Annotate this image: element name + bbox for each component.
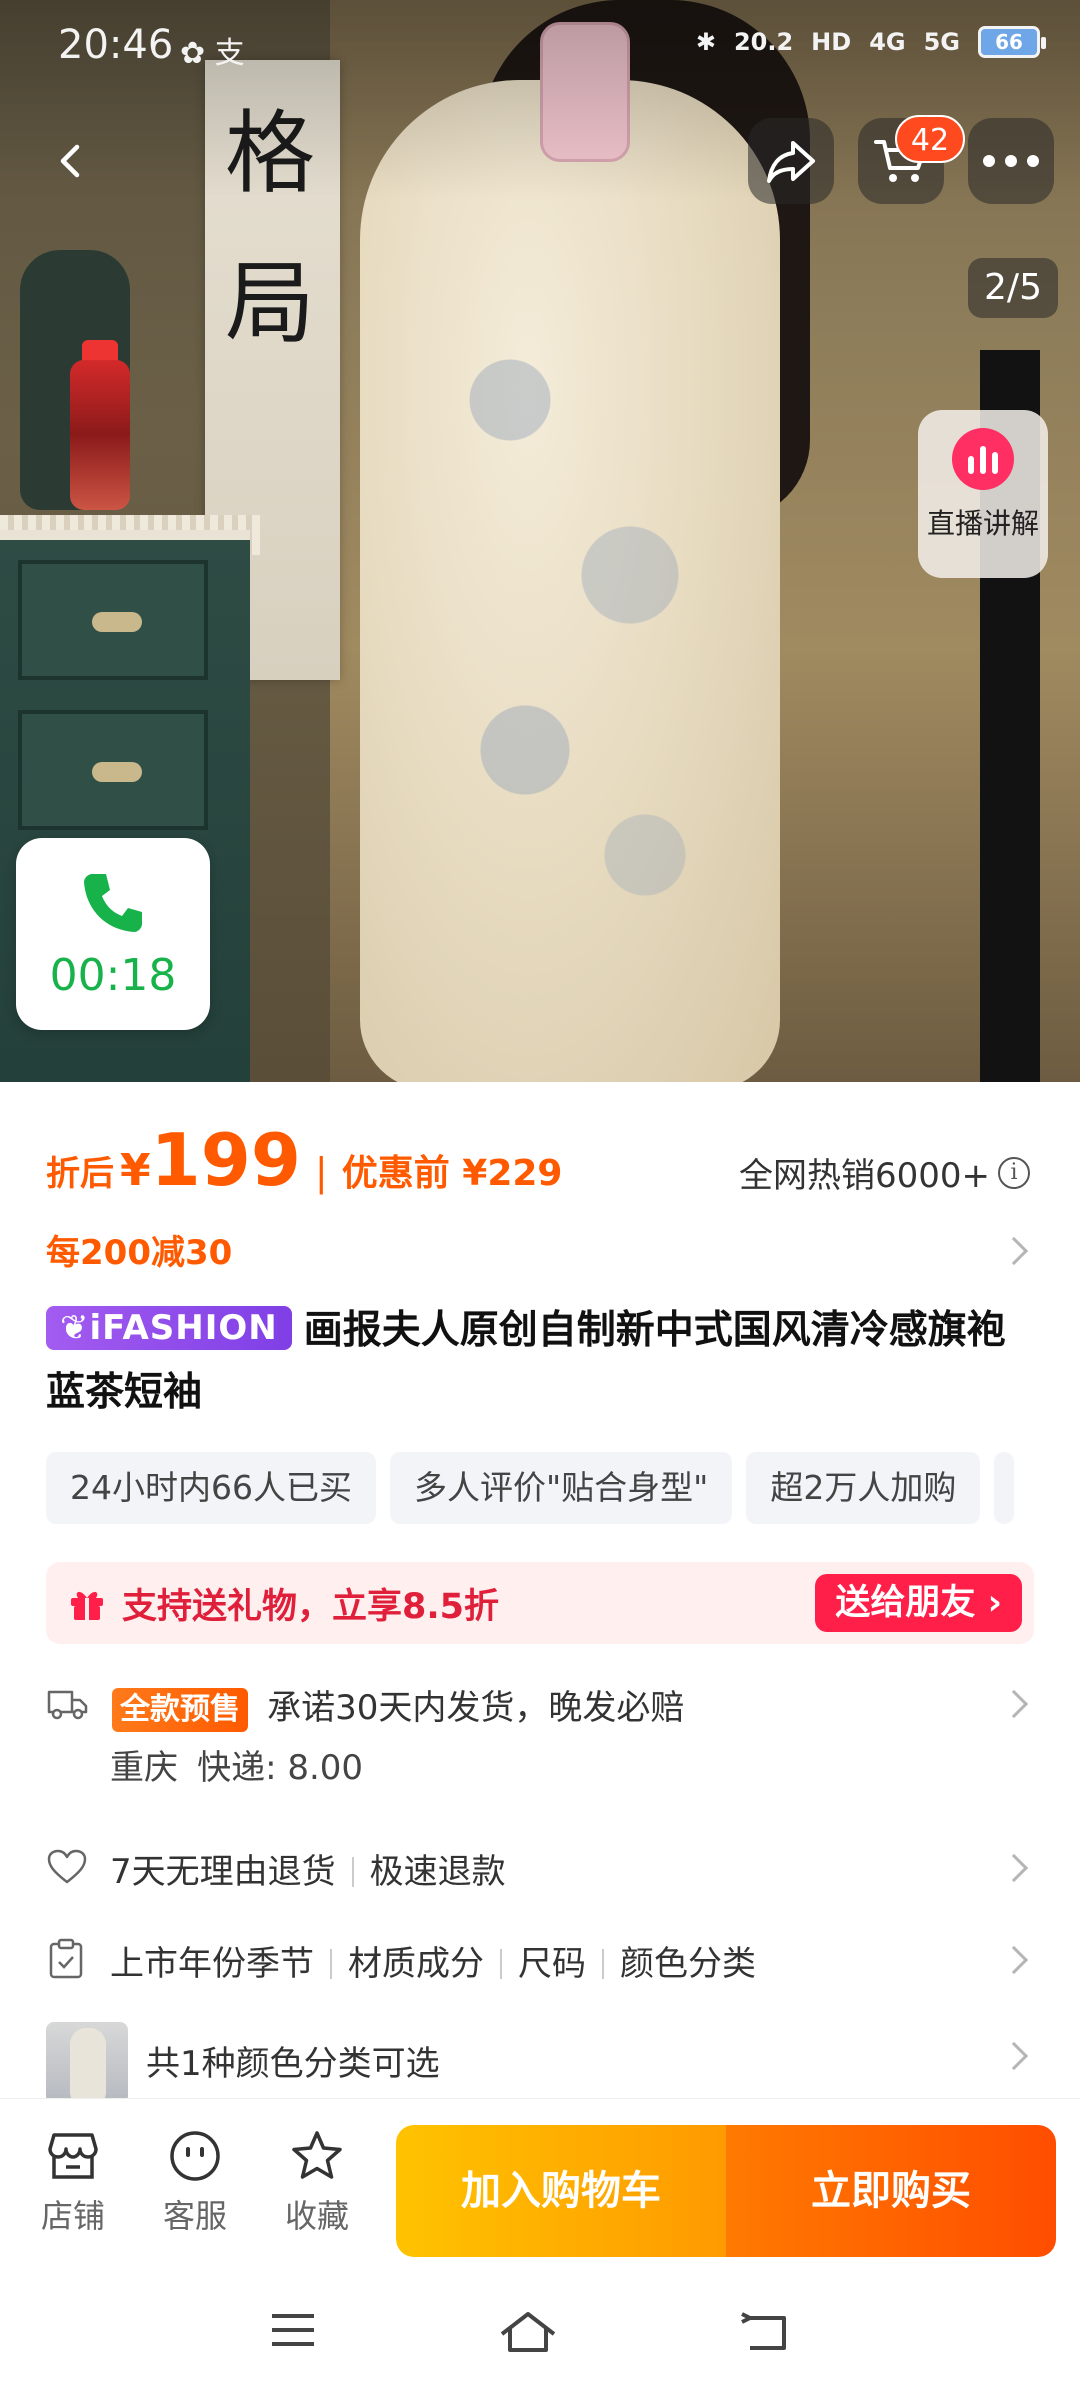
bluetooth-icon: ✱ — [695, 28, 716, 56]
share-button[interactable] — [748, 118, 834, 204]
status-time: 20:46 — [58, 22, 174, 68]
live-label: 直播讲解 — [926, 507, 1039, 540]
phone-icon — [84, 874, 142, 932]
floating-call-window[interactable]: 00:18 — [16, 838, 210, 1030]
shipping-fee: 快递: 8.00 — [197, 1748, 364, 1788]
price-value: 199 — [150, 1118, 301, 1202]
params-row[interactable]: 上市年份季节 材质成分 尺码 颜色分类 — [46, 1936, 1036, 1990]
calligraphy-char: 局 — [225, 251, 315, 356]
chat-face-icon — [170, 2131, 220, 2181]
notification-icons: ✿ 支 — [180, 36, 245, 71]
presale-badge: 全款预售 — [112, 1688, 248, 1732]
price-label: 折后 — [46, 1154, 114, 1194]
chevron-left-icon — [60, 144, 80, 178]
more-dots-icon — [983, 155, 1039, 167]
gift-banner[interactable]: 支持送礼物，立享8.5折 送给朋友 › — [46, 1562, 1034, 1644]
clipboard-icon — [49, 1938, 83, 1979]
image-page-indicator: 2/5 — [968, 258, 1058, 318]
bottle — [70, 360, 130, 510]
service-row[interactable]: 7天无理由退货 极速退款 — [46, 1844, 1036, 1898]
tag-item-overflow — [994, 1452, 1015, 1524]
gift-icon — [71, 1591, 103, 1620]
divider — [330, 1949, 332, 1979]
truck-icon — [47, 1690, 88, 1720]
system-nav-bar — [0, 2264, 1080, 2404]
divider — [351, 1857, 354, 1887]
share-icon — [767, 141, 815, 183]
bottom-action-bar: 店铺 客服 收藏 加入购物车 立即购买 — [0, 2098, 1080, 2264]
chevron-right-icon — [999, 1236, 1029, 1266]
call-duration: 00:18 — [49, 950, 177, 1001]
promo-row[interactable]: 每200减30 — [46, 1225, 1036, 1279]
hot-sales-text: 全网热销6000+ — [738, 1156, 990, 1196]
shipping-promise: 承诺30天内发货，晚发必赔 — [267, 1688, 685, 1728]
param-item: 颜色分类 — [620, 1944, 756, 1984]
divider — [602, 1949, 604, 1979]
product-title: ❦iFASHION 画报夫人原创自制新中式国风清冷感旗袍 蓝茶短袖 — [46, 1300, 1036, 1424]
more-button[interactable] — [968, 118, 1054, 204]
shop-label: 店铺 — [40, 2197, 105, 2235]
param-item: 材质成分 — [348, 1944, 484, 1984]
info-icon: i — [998, 1156, 1030, 1189]
signal-4g-icon: 4G — [869, 28, 906, 56]
status-right: ✱ 20.2 HD 4G 5G 66 — [695, 26, 1046, 58]
original-price: 优惠前 ¥229 — [341, 1153, 563, 1194]
menu-icon[interactable] — [270, 2310, 316, 2350]
signal-5g-icon: 5G — [923, 28, 960, 56]
live-bars-icon — [952, 428, 1014, 490]
cart-count-badge: 42 — [895, 115, 965, 163]
tag-item: 超2万人加购 — [746, 1452, 981, 1524]
shop-button[interactable]: 店铺 — [18, 2129, 128, 2237]
live-explain-button[interactable]: 直播讲解 — [918, 410, 1048, 578]
promo-text: 每200减30 — [46, 1233, 233, 1273]
chevron-right-icon — [999, 1689, 1029, 1719]
ifashion-text: iFASHION — [89, 1308, 278, 1348]
heart-icon — [47, 1849, 87, 1884]
ifashion-badge: ❦iFASHION — [46, 1306, 292, 1350]
param-item: 尺码 — [518, 1944, 586, 1984]
ifashion-logo-icon: ❦ — [60, 1308, 90, 1348]
customer-service-label: 客服 — [162, 2197, 227, 2235]
hot-sales-info[interactable]: 全网热销6000+ i — [739, 1148, 1030, 1197]
tag-list: 24小时内66人已买 多人评价"贴合身型" 超2万人加购 — [46, 1452, 1080, 1524]
battery-icon: 66 — [978, 26, 1046, 58]
ship-origin: 重庆 — [110, 1748, 178, 1788]
color-options-text: 共1种颜色分类可选 — [146, 2044, 440, 2084]
service-item: 极速退款 — [369, 1852, 506, 1892]
add-to-cart-button[interactable]: 加入购物车 — [396, 2125, 726, 2257]
send-to-friend-button[interactable]: 送给朋友 › — [815, 1574, 1022, 1632]
customer-service-button[interactable]: 客服 — [140, 2129, 250, 2237]
favorite-button[interactable]: 收藏 — [262, 2129, 372, 2237]
divider — [500, 1949, 502, 1979]
chevron-right-icon — [999, 1853, 1029, 1883]
tag-item: 多人评价"贴合身型" — [389, 1452, 733, 1524]
hd-icon: HD — [811, 28, 852, 56]
color-thumbnail — [46, 2022, 128, 2098]
tag-item: 24小时内66人已买 — [46, 1452, 376, 1524]
star-icon — [292, 2131, 342, 2179]
back-button[interactable] — [28, 118, 114, 204]
chevron-right-icon — [999, 2041, 1029, 2071]
price-currency: ¥ — [120, 1145, 151, 1196]
favorite-label: 收藏 — [284, 2197, 349, 2235]
network-speed: 20.2 — [733, 28, 794, 56]
shop-icon — [48, 2133, 98, 2179]
gift-text: 支持送礼物，立享8.5折 — [122, 1587, 500, 1627]
back-nav-icon[interactable] — [740, 2310, 788, 2354]
buy-now-button[interactable]: 立即购买 — [726, 2125, 1056, 2257]
status-bar: 20:46 ✿ 支 ✱ 20.2 HD 4G 5G 66 — [0, 0, 1080, 96]
color-options-row[interactable]: 共1种颜色分类可选 — [46, 2022, 1036, 2098]
service-item: 7天无理由退货 — [110, 1852, 336, 1892]
param-item: 上市年份季节 — [110, 1944, 314, 1984]
chevron-right-icon — [999, 1945, 1029, 1975]
home-icon[interactable] — [498, 2310, 558, 2354]
qipao-dress — [360, 80, 780, 1082]
price-separator: | — [314, 1150, 328, 1194]
shipping-row[interactable]: 全款预售 承诺30天内发货，晚发必赔 重庆 快递: 8.00 — [46, 1680, 1036, 1800]
